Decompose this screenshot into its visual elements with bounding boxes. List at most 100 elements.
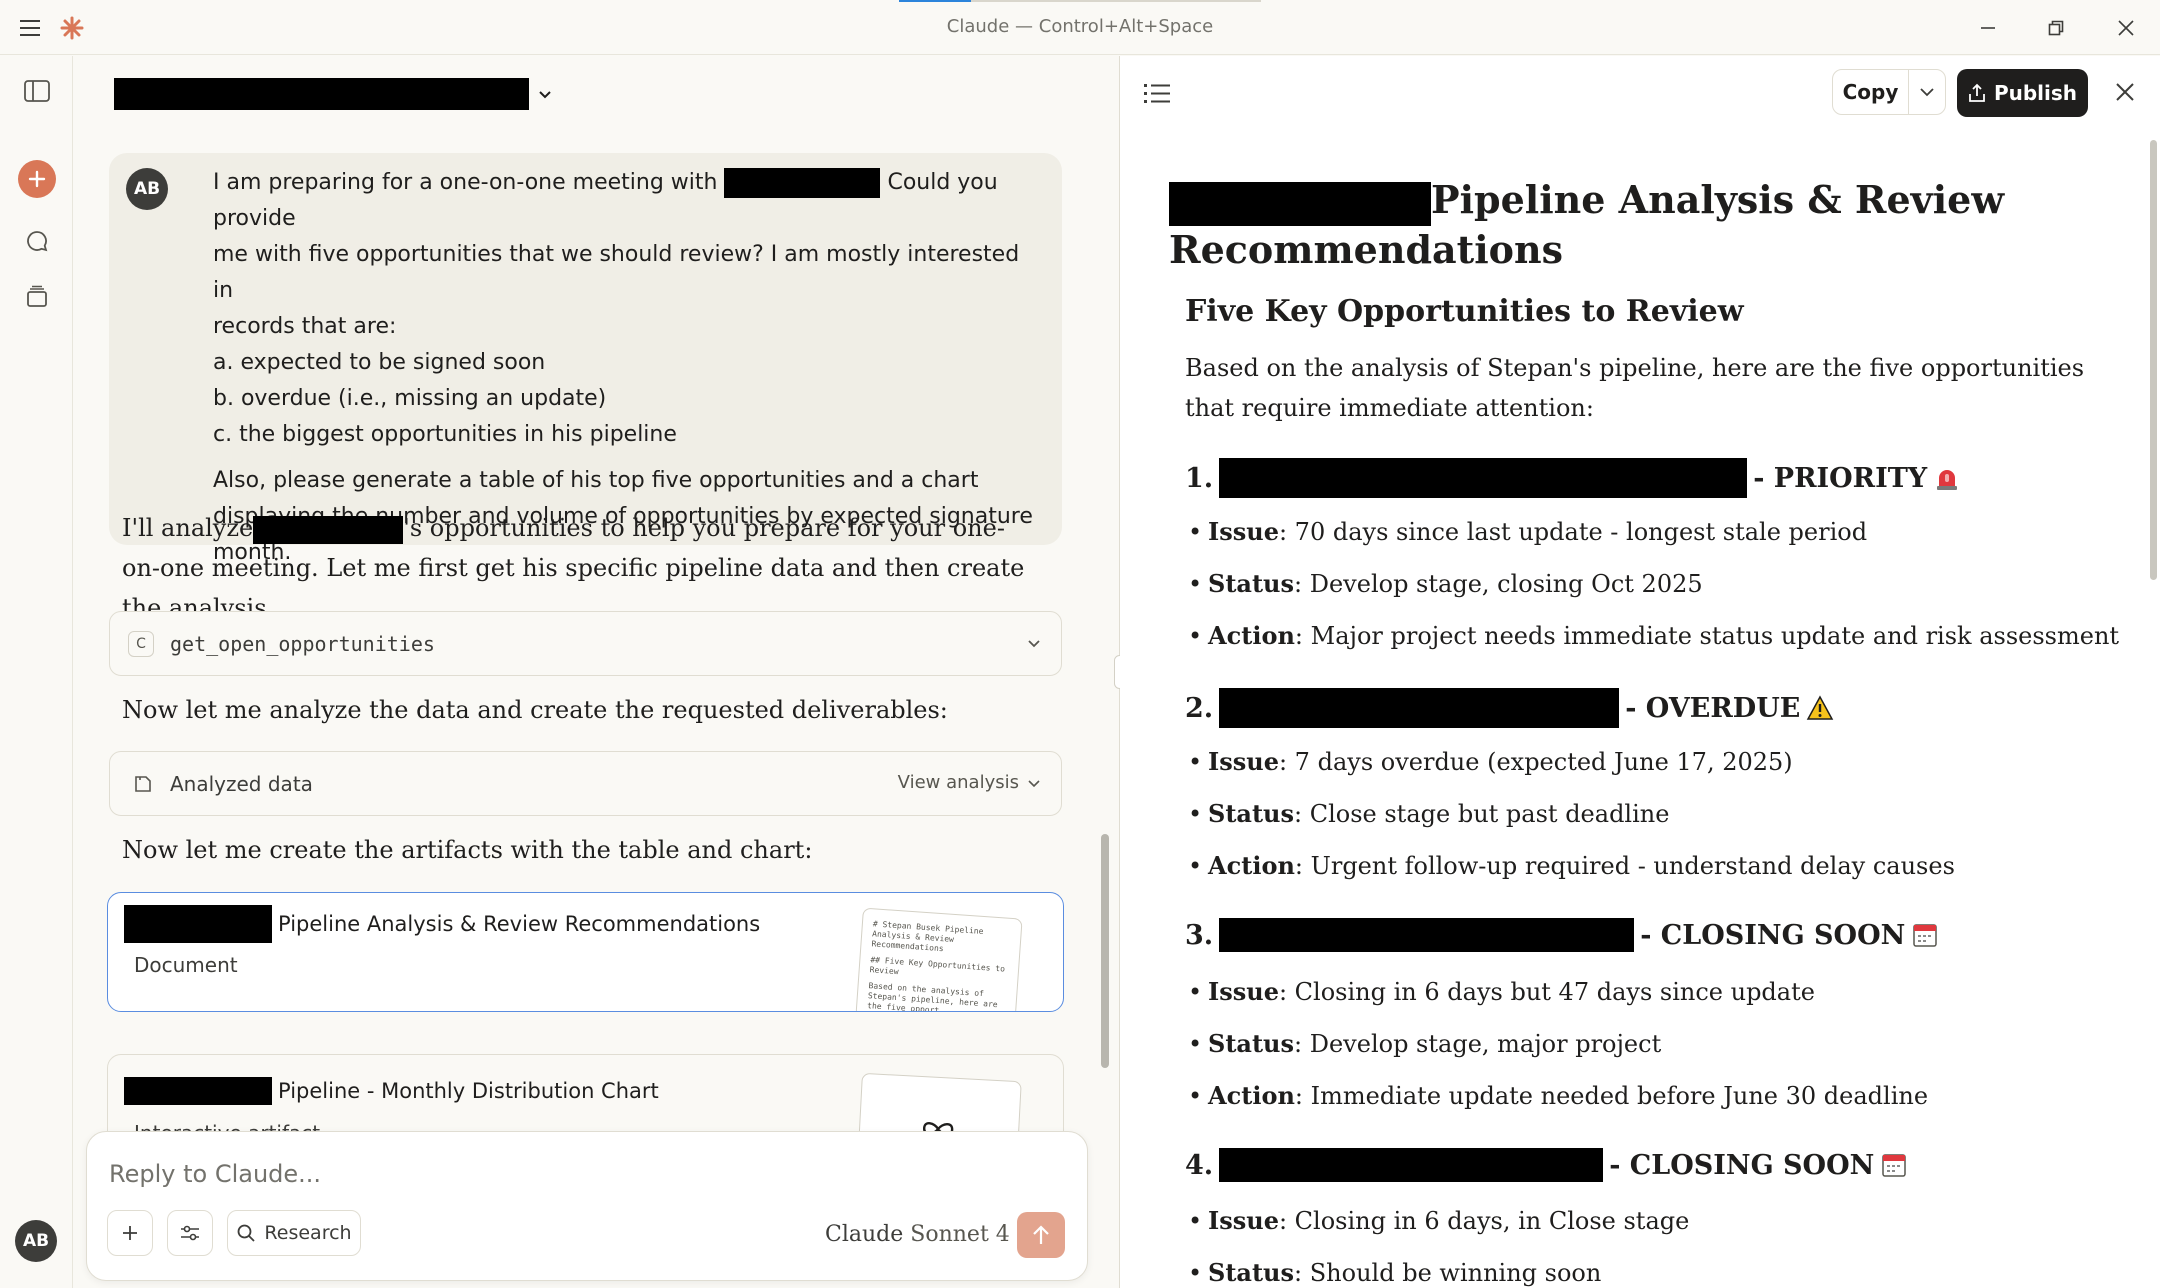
doc-section-heading: Five Key Opportunities to Review [1185, 294, 1744, 329]
bullet-text: : Closing in 6 days, in Close stage [1278, 1207, 1690, 1235]
user-text-line: records that are: [213, 314, 397, 339]
redacted-name [1219, 918, 1635, 952]
projects-icon[interactable] [18, 278, 56, 316]
restore-icon[interactable] [2040, 12, 2072, 44]
bullet-label: Issue [1208, 977, 1279, 1006]
copy-button[interactable]: Copy [1833, 80, 1908, 104]
send-button[interactable] [1017, 1212, 1065, 1258]
bullet-text: : 7 days overdue (expected June 17, 2025… [1278, 748, 1793, 776]
opp-bullet: Issue: 7 days overdue (expected June 17,… [1188, 745, 1793, 779]
opp-bullet: Status: Close stage but past deadline [1188, 797, 1670, 831]
sidebar-toggle-icon[interactable] [18, 72, 56, 110]
table-of-contents-icon[interactable] [1144, 82, 1170, 108]
opp-bullet: Issue: Closing in 6 days but 47 days sin… [1188, 975, 1815, 1009]
assistant-message-3: Now let me create the artifacts with the… [122, 836, 813, 864]
title-bar: Claude — Control+Alt+Space [0, 0, 2160, 55]
minimize-icon[interactable] [1972, 12, 2004, 44]
tool-badge: C [128, 630, 154, 657]
bullet-text: : 70 days since last update - longest st… [1278, 518, 1868, 546]
bullet-text: : Should be winning soon [1294, 1259, 1602, 1287]
bullet-label: Status [1208, 1258, 1295, 1287]
chat-title-dropdown[interactable] [114, 78, 553, 110]
bullet-label: Status [1208, 799, 1295, 828]
opp-bullet: Action: Major project needs immediate st… [1188, 619, 2119, 653]
redacted-name [253, 515, 404, 544]
close-window-icon[interactable] [2110, 12, 2142, 44]
analysis-icon [135, 775, 151, 792]
artifact-card-document[interactable]: Pipeline Analysis & Review Recommendatio… [107, 892, 1064, 1012]
chevron-down-icon [539, 91, 551, 99]
chats-icon[interactable] [18, 222, 56, 260]
tools-button[interactable] [167, 1210, 213, 1256]
chat-column: AB I am preparing for a one-on-one meeti… [74, 56, 1119, 1288]
composer: Reply to Claude... Research Claude Sonne… [86, 1131, 1088, 1281]
window-title: Claude — Control+Alt+Space [946, 16, 1214, 37]
chat-scrollbar[interactable] [1101, 834, 1109, 1068]
user-list-item: b. overdue (i.e., missing an update) [213, 386, 607, 411]
redacted-name [124, 905, 272, 943]
redacted-name [1169, 181, 1431, 226]
model-selector[interactable]: Claude Sonnet 4 [825, 1222, 1031, 1247]
bullet-text: : Close stage but past deadline [1294, 800, 1670, 828]
redacted-name [1219, 1148, 1604, 1182]
new-chat-button[interactable] [18, 160, 56, 198]
bullet-label: Action [1208, 1081, 1295, 1110]
opp-number: 2. [1185, 692, 1214, 724]
bullet-label: Status [1208, 1029, 1295, 1058]
publish-button[interactable]: Publish [1957, 69, 2088, 117]
artifact-thumbnail: # Stepan Busek Pipeline Analysis & Revie… [855, 907, 1023, 1011]
doc-title: Pipeline Analysis & Review Recommendatio… [1169, 176, 2069, 274]
bullet-label: Issue [1208, 747, 1279, 776]
close-panel-icon[interactable] [2115, 82, 2135, 106]
assistant-message-intro: I'll analyze's opportunities to help you… [122, 508, 1042, 628]
user-message: AB I am preparing for a one-on-one meeti… [109, 153, 1062, 565]
reply-input[interactable]: Reply to Claude... [109, 1160, 321, 1188]
redacted-name [1219, 688, 1620, 728]
opportunity-heading-2: 2. - OVERDUE [1185, 688, 1834, 728]
redacted-name [1219, 458, 1748, 498]
opp-bullet: Status: Develop stage, closing Oct 2025 [1188, 567, 1703, 601]
opportunity-heading-3: 3. - CLOSING SOON [1185, 918, 1939, 952]
opportunity-heading-1: 1. - PRIORITY [1185, 458, 1961, 498]
left-rail: AB [0, 56, 73, 1288]
tool-call-block[interactable]: C get_open_opportunities [109, 611, 1062, 676]
user-avatar[interactable]: AB [15, 1220, 57, 1262]
bullet-text: : Closing in 6 days but 47 days since up… [1278, 978, 1815, 1006]
analysis-block[interactable]: Analyzed data View analysis [109, 751, 1062, 816]
view-analysis-button[interactable]: View analysis [898, 772, 1041, 793]
user-list-item: a. expected to be signed soon [213, 350, 546, 375]
user-message-avatar: AB [126, 168, 168, 210]
user-text-line: I am preparing for a one-on-one meeting … [213, 170, 718, 195]
chevron-down-icon [1920, 88, 1934, 97]
bullet-label: Issue [1208, 517, 1279, 546]
analysis-label: Analyzed data [170, 771, 313, 796]
opp-number: 1. [1185, 462, 1214, 494]
research-button[interactable]: Research [227, 1210, 361, 1256]
opportunity-heading-4: 4. - CLOSING SOON [1185, 1148, 1908, 1182]
opp-bullet: Issue: Closing in 6 days, in Close stage [1188, 1204, 1690, 1238]
opp-bullet: Status: Should be winning soon [1188, 1256, 1602, 1288]
share-icon [1969, 83, 1985, 102]
opp-bullet: Issue: 70 days since last update - longe… [1188, 515, 1868, 549]
attach-button[interactable] [107, 1210, 153, 1256]
artifact-type: Document [134, 953, 238, 977]
calendar-icon [1911, 921, 1939, 949]
opp-bullet: Action: Urgent follow-up required - unde… [1188, 849, 1955, 883]
artifact-panel: Copy Publish Pipeline Analysis & Review … [1120, 56, 2160, 1288]
opp-bullet: Status: Develop stage, major project [1188, 1027, 1661, 1061]
bullet-label: Action [1208, 851, 1295, 880]
tool-name: get_open_opportunities [170, 631, 435, 656]
bullet-label: Action [1208, 621, 1295, 650]
chevron-down-icon [1028, 640, 1040, 648]
bullet-label: Status [1208, 569, 1295, 598]
opp-tag: - OVERDUE [1625, 692, 1801, 724]
redacted-chat-title [114, 78, 529, 110]
panel-scrollbar[interactable] [2150, 140, 2157, 580]
artifact-title: Pipeline Analysis & Review Recommendatio… [278, 912, 761, 936]
copy-options-button[interactable] [1909, 84, 1945, 100]
bullet-text: : Develop stage, closing Oct 2025 [1294, 570, 1703, 598]
copy-button-group: Copy [1832, 69, 1946, 115]
warning-icon [1806, 694, 1834, 722]
assistant-text: I'll analyze [122, 514, 254, 542]
assistant-message-2: Now let me analyze the data and create t… [122, 696, 948, 724]
